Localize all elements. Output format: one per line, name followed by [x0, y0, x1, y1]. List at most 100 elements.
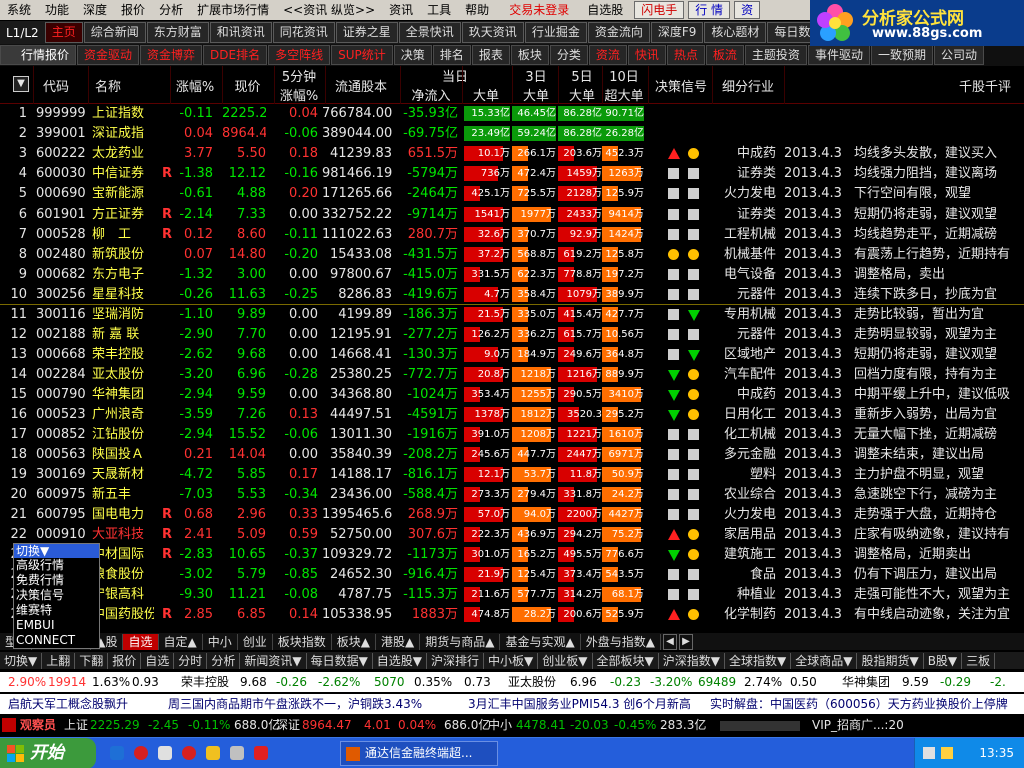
header-big-3day[interactable]: 大单 — [512, 85, 560, 103]
market-tab[interactable]: 基金与实观▲ — [500, 633, 581, 650]
stock-code[interactable]: 000523 — [36, 405, 88, 425]
info-tab[interactable]: 同花资讯 — [272, 22, 335, 43]
stock-name[interactable]: 柳 工 — [92, 225, 154, 245]
market-tab[interactable]: 自选 — [123, 633, 159, 650]
media-icon[interactable] — [134, 746, 148, 760]
toolbar-button[interactable]: 资 — [734, 1, 761, 19]
app-icon[interactable] — [158, 746, 172, 760]
popup-menu-item[interactable]: CONNECT — [14, 633, 99, 648]
header-industry[interactable]: 细分行业 — [715, 76, 781, 95]
market-tab[interactable]: 板块指数 — [273, 633, 332, 650]
table-row[interactable]: 4 600030 中信证券 R -1.38 12.12 -0.16 981466.19 -579… — [0, 164, 1024, 184]
quote-tab[interactable]: 主题投资 — [744, 45, 807, 65]
news-item[interactable]: 实时解盘：中国医药（600056）天方药业换股价上停牌 — [710, 694, 1008, 714]
desktop-icon[interactable] — [230, 746, 244, 760]
stock-code[interactable]: 600030 — [36, 164, 88, 184]
info-tab[interactable]: 东方财富 — [146, 22, 209, 43]
stock-name[interactable]: 新 嘉 联 — [92, 325, 154, 345]
table-row[interactable]: 7 000528 柳 工 R 0.12 8.60 -0.11 111022.63 280.7万 3… — [0, 225, 1024, 245]
stock-code[interactable]: 000682 — [36, 265, 88, 285]
stock-name[interactable]: 宁银高科 — [92, 585, 154, 605]
toolbar-item[interactable]: 全球指数▼ — [725, 652, 792, 669]
stock-name[interactable]: 新筑股份 — [92, 245, 154, 265]
quote-tab[interactable]: 热点 — [666, 45, 705, 65]
stock-name[interactable]: 江钻股份 — [92, 425, 154, 445]
toolbar-item[interactable]: 切换▼ — [0, 652, 43, 669]
table-row[interactable]: 16 000523 广州浪奇 -3.59 7.26 0.13 44497.51 -4591万 1… — [0, 405, 1024, 425]
network-icon[interactable] — [923, 747, 935, 759]
quote-tab[interactable]: 分类 — [549, 45, 588, 65]
table-row[interactable]: 21 600795国电电力 R 0.68 2.96 0.33 1395465.63 268.9… — [0, 505, 1024, 525]
info-tab[interactable]: 深度F9 — [650, 22, 704, 43]
status-connection[interactable]: VIP_招商广...:20 — [812, 716, 904, 735]
news-item[interactable]: 周三国内商品期市午盘涨跌不一，沪铜跌3.43% — [168, 694, 422, 714]
stock-code[interactable]: 002188 — [36, 325, 88, 345]
toolbar-item[interactable]: 新闻资讯▼ — [240, 652, 307, 669]
stock-code[interactable]: 300169 — [36, 465, 88, 485]
tool-icon[interactable] — [254, 746, 268, 760]
scroll-right-button[interactable]: ▶ — [678, 633, 693, 650]
popup-switch-selected[interactable]: 切换▼ — [14, 544, 99, 558]
quote-tab[interactable]: 资金驱动 — [77, 45, 140, 65]
menu-item[interactable]: 工具 — [420, 0, 458, 20]
stock-name[interactable]: 东方电子 — [92, 265, 154, 285]
toolbar-item[interactable]: 全球商品▼ — [791, 652, 858, 669]
toolbar-item[interactable]: 分时 — [174, 652, 208, 669]
ticker-stock-name[interactable]: 华神集团 — [842, 672, 890, 692]
market-tab[interactable]: 外盘与指数▲ — [581, 633, 661, 650]
table-row[interactable]: 19 300169 天晟新材 -4.72 5.85 0.17 14188.17 -816.1万… — [0, 465, 1024, 485]
menu-item[interactable]: 深度 — [76, 0, 114, 20]
stock-code[interactable]: 000690 — [36, 184, 88, 204]
toolbar-item[interactable]: 股指期货▼ — [857, 652, 924, 669]
quote-tab[interactable]: 报表 — [471, 45, 510, 65]
stock-name[interactable]: 亚太股份 — [92, 365, 154, 385]
table-row[interactable]: 14 002284 亚太股份 -3.20 6.96 -0.28 25380.25 -772.7… — [0, 365, 1024, 385]
header-big-5day[interactable]: 大单 — [558, 85, 606, 103]
info-tab[interactable]: 玖天资讯 — [461, 22, 524, 43]
toolbar-item[interactable]: 自选股▼ — [373, 652, 428, 669]
info-tab[interactable]: 综合新闻 — [83, 22, 146, 43]
popup-menu-item[interactable]: 决策信号 — [14, 588, 99, 603]
menu-item[interactable]: <<资讯 纵览>> — [276, 0, 382, 20]
toolbar-item[interactable]: 上翻 — [42, 652, 76, 669]
info-tab[interactable]: 资金流向 — [587, 22, 650, 43]
stock-code[interactable]: 300256 — [36, 285, 88, 305]
stock-name[interactable]: 广州浪奇 — [92, 405, 154, 425]
toolbar-item[interactable]: 分析 — [207, 652, 241, 669]
news-item[interactable]: 启航天军工概念股飘升 — [8, 694, 128, 714]
header-name[interactable]: 名称 — [88, 76, 128, 95]
quote-tab[interactable]: SUP统计 — [331, 45, 393, 65]
table-row[interactable]: 2 399001深证成指 0.04 8964.47 -0.06 389044.00 -69.… — [0, 124, 1024, 144]
popup-menu-item[interactable]: EMBUI — [14, 618, 99, 633]
toolbar-item[interactable]: 报价 — [108, 652, 142, 669]
toolbar-item[interactable]: B股▼ — [924, 652, 963, 669]
stock-code[interactable]: 399001 — [36, 124, 88, 144]
stock-name[interactable]: 太龙药业 — [92, 144, 154, 164]
ticker-stock-name[interactable]: 荣丰控股 — [181, 672, 229, 692]
toolbar-item[interactable]: 下翻 — [75, 652, 109, 669]
player-icon[interactable] — [182, 746, 196, 760]
stock-code[interactable]: 002284 — [36, 365, 88, 385]
market-tab[interactable]: 期货与商品▲ — [420, 633, 501, 650]
table-row[interactable]: 10 300256 星星科技 -0.26 11.63 -0.25 8286.83 -419.6… — [0, 285, 1024, 305]
stock-name[interactable]: 国电电力 — [92, 505, 154, 525]
table-row[interactable]: 9 000682 东方电子 -1.32 3.00 0.00 97800.67 -415.0万 3… — [0, 265, 1024, 285]
header-code[interactable]: 代码 — [36, 76, 76, 95]
scroll-left-button[interactable]: ◀ — [662, 633, 677, 650]
header-super-10day[interactable]: 超大单 — [600, 85, 648, 103]
level-indicator[interactable]: L1/L2 — [0, 26, 45, 40]
table-row[interactable]: 24600696粮食股份-3.025.79-0.8524652.30-916.4… — [0, 565, 1024, 585]
info-tab[interactable]: 和讯资讯 — [209, 22, 272, 43]
market-tab[interactable]: 创业 — [238, 633, 273, 650]
table-row[interactable]: 8 002480 新筑股份 0.07 14.80 -0.20 15433.08 -431.5万… — [0, 245, 1024, 265]
stock-name[interactable]: 大亚科技 — [92, 525, 154, 545]
market-tab[interactable]: 中小 — [203, 633, 238, 650]
table-row[interactable]: 26600056中国药股份R2.856.850.14105338.951883万… — [0, 605, 1024, 624]
quote-tab[interactable]: 资流 — [588, 45, 627, 65]
menu-item[interactable]: 帮助 — [458, 0, 496, 20]
header-5min-pct[interactable]: 涨幅% — [275, 85, 323, 103]
stock-name[interactable]: 宝新能源 — [92, 184, 154, 204]
quote-tab[interactable]: 行情报价 — [0, 45, 77, 65]
popup-menu-item[interactable]: 高级行情 — [14, 558, 99, 573]
stock-code[interactable]: 600795 — [36, 505, 88, 525]
